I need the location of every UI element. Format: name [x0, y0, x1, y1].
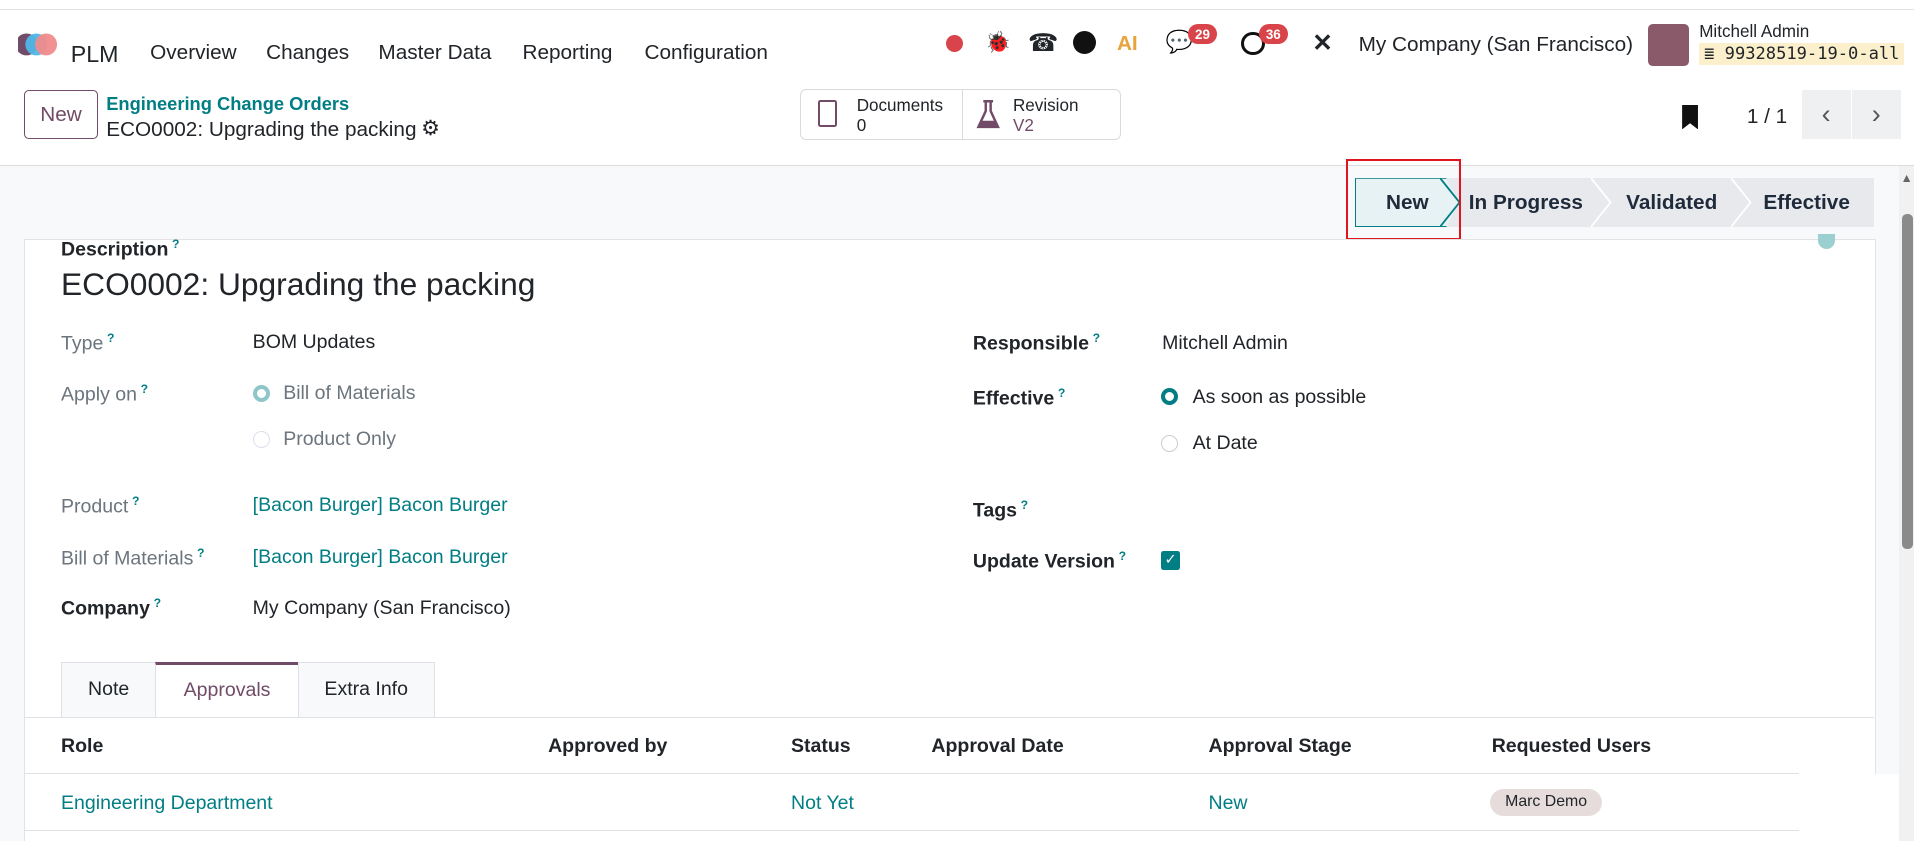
app-name[interactable]: PLM: [71, 41, 119, 68]
stage-validated[interactable]: Validated: [1614, 178, 1730, 227]
product-label: Product?: [61, 494, 140, 518]
revision-value: V2: [1012, 115, 1034, 135]
menu-configuration[interactable]: Configuration: [645, 41, 768, 65]
company-label: Company?: [61, 595, 162, 620]
stage-separator: [1730, 178, 1752, 228]
stage-in-progress[interactable]: In Progress: [1465, 178, 1587, 227]
ai-icon[interactable]: AI: [1117, 32, 1138, 56]
col-role[interactable]: Role: [61, 735, 103, 758]
menu-master-data[interactable]: Master Data: [378, 41, 491, 65]
tags-input[interactable]: [1162, 494, 1772, 523]
tab-extra-info[interactable]: Extra Info: [297, 661, 435, 718]
flask-icon: [976, 99, 1001, 128]
tags-label: Tags?: [972, 498, 1029, 522]
responsible-value[interactable]: Mitchell Admin: [1162, 332, 1288, 355]
record-icon[interactable]: [946, 35, 964, 53]
globe-icon[interactable]: [1072, 30, 1097, 54]
database-badge: ≣ 99328519-19-0-all: [1699, 42, 1905, 66]
col-approved-by[interactable]: Approved by: [548, 735, 667, 758]
scroll-up-icon[interactable]: ▲: [1901, 171, 1913, 185]
document-icon: [817, 99, 838, 127]
gear-icon[interactable]: ⚙: [421, 116, 440, 141]
row-status: Not Yet: [791, 792, 854, 815]
stage-separator: [1590, 178, 1612, 228]
type-label: Type?: [61, 330, 115, 355]
scrollbar-thumb[interactable]: [1901, 213, 1913, 550]
menu-overview[interactable]: Overview: [150, 41, 236, 65]
documents-label: Documents: [856, 96, 944, 116]
responsible-label: Responsible?: [972, 330, 1101, 355]
tab-divider: [24, 716, 1874, 718]
phone-icon[interactable]: ☎: [1028, 28, 1058, 58]
apply-on-label: Apply on?: [61, 382, 149, 406]
tab-approvals[interactable]: Approvals: [155, 661, 300, 718]
messages-badge: 29: [1187, 24, 1218, 45]
bug-icon[interactable]: 🐞: [985, 31, 1011, 55]
navbar: PLM Overview Changes Master Data Reporti…: [0, 9, 1914, 80]
row-stage: New: [1208, 792, 1248, 815]
revision-label: Revision: [1012, 96, 1079, 116]
radio-at-date[interactable]: [1160, 434, 1178, 452]
col-approval-date[interactable]: Approval Date: [931, 735, 1063, 758]
new-button[interactable]: New: [24, 90, 98, 140]
row-divider: [24, 830, 1800, 832]
company-switcher[interactable]: My Company (San Francisco): [1359, 33, 1633, 57]
pager-next-button[interactable]: ›: [1851, 90, 1901, 140]
tools-icon[interactable]: ✕: [1312, 28, 1332, 58]
breadcrumb-parent[interactable]: Engineering Change Orders: [106, 93, 349, 115]
activities-badge: 36: [1258, 24, 1289, 45]
pager-previous-button[interactable]: ‹: [1801, 90, 1851, 140]
eco-title[interactable]: ECO0002: Upgrading the packing: [61, 266, 535, 303]
product-link[interactable]: [Bacon Burger] Bacon Burger: [253, 494, 508, 517]
menu-reporting[interactable]: Reporting: [522, 41, 612, 65]
documents-button[interactable]: Documents 0: [799, 89, 964, 141]
table-edge: [1799, 773, 1914, 841]
update-version-label: Update Version?: [972, 549, 1127, 573]
type-value[interactable]: BOM Updates: [253, 331, 376, 354]
effective-option-asap: As soon as possible: [1192, 385, 1367, 408]
revision-button[interactable]: Revision V2: [961, 89, 1121, 141]
effective-label: Effective?: [972, 385, 1066, 410]
pager-value[interactable]: 1 / 1: [1747, 105, 1787, 129]
browser-edge: [0, 0, 1914, 10]
description-label: Description?: [61, 236, 180, 261]
highlight-box: [1346, 158, 1462, 241]
apply-on-option-product: Product Only: [283, 428, 396, 451]
bom-link[interactable]: [Bacon Burger] Bacon Burger: [253, 546, 508, 569]
plm-eco-form: PLM Overview Changes Master Data Reporti…: [0, 0, 1914, 841]
row-role[interactable]: Engineering Department: [61, 792, 273, 815]
avatar[interactable]: [1647, 24, 1690, 66]
stage-effective[interactable]: Effective: [1755, 178, 1858, 227]
tab-note[interactable]: Note: [61, 661, 157, 718]
menu-changes[interactable]: Changes: [266, 41, 349, 65]
bom-label: Bill of Materials?: [61, 545, 205, 570]
col-status[interactable]: Status: [791, 735, 851, 758]
status-dot-icon: [1817, 234, 1835, 249]
database-name: 99328519-19-0-all: [1724, 43, 1900, 64]
col-approval-stage[interactable]: Approval Stage: [1208, 735, 1351, 758]
documents-count: 0: [856, 115, 867, 135]
company-value[interactable]: My Company (San Francisco): [253, 597, 511, 620]
breadcrumb-current: ECO0002: Upgrading the packing: [106, 118, 417, 142]
app-logo-icon[interactable]: [18, 31, 60, 58]
radio-product-only[interactable]: [252, 430, 270, 448]
col-requested-users[interactable]: Requested Users: [1492, 735, 1651, 758]
user-tag[interactable]: Marc Demo: [1490, 788, 1602, 817]
user-name[interactable]: Mitchell Admin: [1699, 22, 1809, 42]
update-version-checkbox[interactable]: ✓: [1160, 550, 1181, 571]
effective-option-at-date: At Date: [1192, 432, 1258, 455]
radio-bill-of-materials[interactable]: [252, 384, 270, 402]
apply-on-option-bom: Bill of Materials: [283, 382, 416, 405]
